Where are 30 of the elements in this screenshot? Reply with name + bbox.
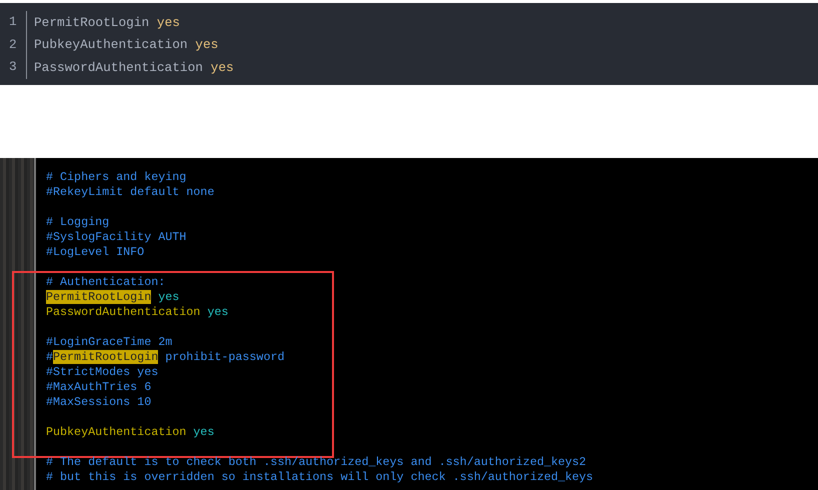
config-key: PubkeyAuthentication	[34, 37, 188, 52]
config-comment: #MaxSessions 10	[46, 395, 152, 409]
config-comment: #LogLevel INFO	[46, 245, 144, 259]
search-match: PermitRootLogin	[46, 290, 152, 304]
config-comment: #LoginGraceTime 2m	[46, 335, 172, 349]
config-comment: #RekeyLimit default none	[46, 185, 214, 199]
config-value: yes	[157, 290, 180, 304]
line-number: 1	[0, 11, 27, 34]
config-comment: # but this is overridden so installations will only check .ssh/authorized_keys	[46, 470, 594, 484]
line-number: 3	[0, 56, 27, 78]
config-comment: # Logging	[46, 215, 110, 229]
config-value: yes	[192, 425, 214, 439]
config-value: yes	[195, 37, 218, 52]
config-comment: #	[46, 350, 54, 364]
config-comment: prohibit-password	[164, 350, 284, 364]
config-comment: #SyslogFacility AUTH	[46, 230, 186, 244]
search-match: PermitRootLogin	[53, 350, 158, 364]
config-comment: #MaxAuthTries 6	[46, 380, 152, 394]
config-comment: # Ciphers and keying	[46, 170, 186, 184]
config-comment: # The default is to check both .ssh/authorized_keys and .ssh/authorized_keys2	[46, 455, 586, 469]
config-key: PermitRootLogin	[34, 14, 150, 30]
config-comment: #StrictModes yes	[46, 365, 158, 379]
line-number: 2	[0, 34, 27, 56]
config-value: yes	[210, 60, 234, 75]
config-comment: # Authentication:	[46, 275, 166, 289]
config-value: yes	[206, 305, 228, 319]
config-key: PasswordAuthentication	[34, 60, 203, 75]
config-key: PasswordAuthentication	[46, 305, 200, 319]
config-value: yes	[156, 14, 180, 30]
config-key: PubkeyAuthentication	[46, 425, 186, 439]
